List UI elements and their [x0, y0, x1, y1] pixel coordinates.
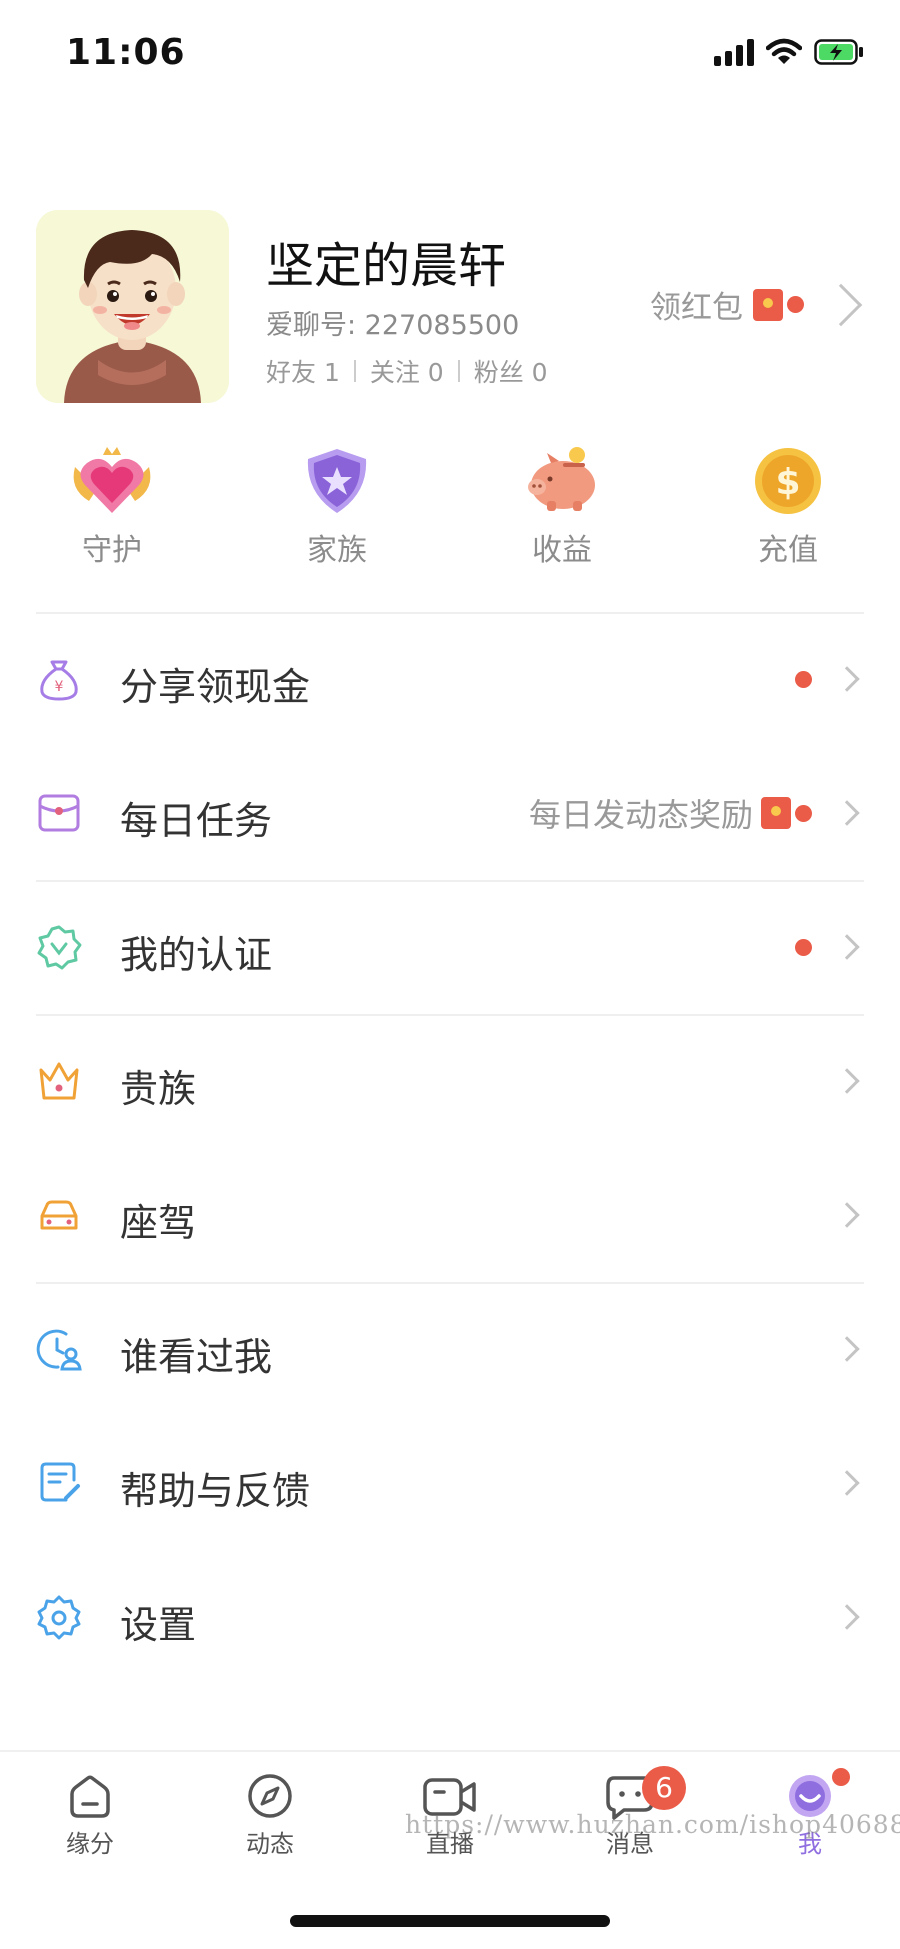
unread-badge: 6 — [642, 1766, 686, 1810]
menu-help-feedback[interactable]: 帮助与反馈 — [0, 1416, 900, 1550]
menu-visitors[interactable]: 谁看过我 — [0, 1282, 900, 1416]
menu-nobility[interactable]: 贵族 — [0, 1014, 900, 1148]
menu-label: 分享领现金 — [120, 665, 311, 709]
quick-action-guard[interactable]: 守护 — [42, 445, 182, 569]
chevron-right-icon — [834, 1604, 860, 1630]
piggy-bank-icon — [528, 447, 595, 511]
avatar-illustration — [36, 210, 229, 403]
friends-count[interactable]: 好友 1 — [266, 353, 340, 389]
menu-accessory — [834, 1282, 862, 1416]
menu-label: 每日任务 — [120, 799, 273, 843]
menu-label: 座驾 — [120, 1201, 197, 1245]
quick-action-label: 充值 — [758, 533, 818, 568]
menu-accessory — [791, 612, 862, 746]
followers-count[interactable]: 粉丝 0 — [474, 353, 548, 389]
stats-divider — [457, 360, 460, 382]
clock-user-icon — [36, 1329, 82, 1371]
heart-shield-icon — [73, 447, 151, 513]
tab-label: 动态 — [246, 1830, 294, 1858]
menu-label: 设置 — [120, 1603, 197, 1647]
nickname: 坚定的晨轩 — [266, 238, 507, 294]
menu-accessory — [834, 1550, 862, 1684]
wifi-icon — [766, 38, 802, 64]
gear-icon — [37, 1595, 81, 1640]
chevron-right-icon — [834, 1470, 860, 1496]
svg-text:$: $ — [775, 462, 800, 503]
battery-charging-icon — [814, 39, 863, 65]
chevron-right-icon — [834, 800, 860, 826]
quick-actions: 守护 家族 收益 $ 充值 — [0, 445, 900, 575]
social-stats: 好友 1 关注 0 粉丝 0 — [266, 353, 548, 389]
menu-accessory — [834, 1416, 862, 1550]
notification-dot — [832, 1768, 850, 1786]
quick-action-label: 家族 — [307, 533, 367, 568]
watermark: https://www.huzhan.com/ishop40688 — [405, 1810, 900, 1839]
red-packet-label: 领红包 — [650, 290, 743, 326]
menu-share-cash[interactable]: ¥ 分享领现金 — [0, 612, 900, 746]
notification-dot — [795, 938, 812, 956]
notification-dot — [787, 296, 804, 313]
menu-verification[interactable]: 我的认证 — [0, 880, 900, 1014]
verified-badge-icon — [37, 925, 82, 970]
chevron-right-icon — [834, 1336, 860, 1362]
stats-divider — [353, 360, 356, 382]
quick-action-recharge[interactable]: $ 充值 — [718, 445, 858, 569]
menu-settings[interactable]: 设置 — [0, 1550, 900, 1684]
money-bag-icon: ¥ — [40, 660, 78, 701]
user-id: 爱聊号: 227085500 — [266, 310, 520, 341]
status-bar: 11:06 — [0, 0, 900, 110]
quick-action-label: 收益 — [532, 533, 592, 568]
svg-text:¥: ¥ — [55, 679, 64, 695]
dollar-coin-icon: $ — [755, 448, 821, 514]
tab-label: 缘分 — [66, 1830, 114, 1858]
tab-moments[interactable]: 动态 — [210, 1772, 330, 1859]
car-icon — [40, 1200, 78, 1230]
menu-accessory: 每日发动态奖励 — [529, 746, 862, 880]
notification-dot — [795, 670, 812, 688]
menu-note: 每日发动态奖励 — [528, 796, 753, 834]
envelope-icon — [38, 794, 80, 832]
tab-fate[interactable]: 缘分 — [30, 1772, 150, 1859]
red-envelope-icon — [761, 797, 791, 829]
avatar[interactable] — [36, 210, 229, 403]
menu-mount[interactable]: 座驾 — [0, 1148, 900, 1282]
edit-doc-icon — [40, 1462, 80, 1502]
profile-card[interactable]: 坚定的晨轩 爱聊号: 227085500 好友 1 关注 0 粉丝 0 领红包 — [36, 210, 866, 405]
red-packet-button[interactable]: 领红包 — [650, 282, 866, 327]
chevron-right-icon — [834, 1068, 860, 1094]
home-indicator[interactable] — [290, 1915, 610, 1927]
menu-label: 我的认证 — [120, 933, 273, 977]
menu-label: 贵族 — [120, 1067, 197, 1111]
chevron-right-icon — [834, 934, 860, 960]
home-icon — [70, 1775, 110, 1818]
star-shield-icon — [307, 449, 367, 513]
chevron-right-icon — [819, 283, 863, 326]
status-icons — [714, 38, 864, 66]
following-count[interactable]: 关注 0 — [370, 353, 444, 389]
chevron-right-icon — [834, 666, 860, 692]
compass-icon — [248, 1774, 292, 1818]
crown-icon — [39, 1062, 79, 1100]
cellular-signal-icon — [714, 38, 754, 66]
status-time: 11:06 — [66, 32, 186, 73]
quick-action-label: 守护 — [82, 533, 142, 568]
menu-accessory — [791, 880, 862, 1014]
quick-action-earnings[interactable]: 收益 — [492, 445, 632, 569]
menu-label: 谁看过我 — [120, 1335, 273, 1379]
red-envelope-icon — [753, 288, 783, 321]
notification-dot — [795, 804, 812, 822]
menu-accessory — [834, 1148, 862, 1282]
quick-action-family[interactable]: 家族 — [267, 445, 407, 569]
chevron-right-icon — [834, 1202, 860, 1228]
menu-accessory — [834, 1014, 862, 1148]
menu-label: 帮助与反馈 — [120, 1469, 311, 1513]
menu-daily-tasks[interactable]: 每日任务 每日发动态奖励 — [0, 746, 900, 880]
